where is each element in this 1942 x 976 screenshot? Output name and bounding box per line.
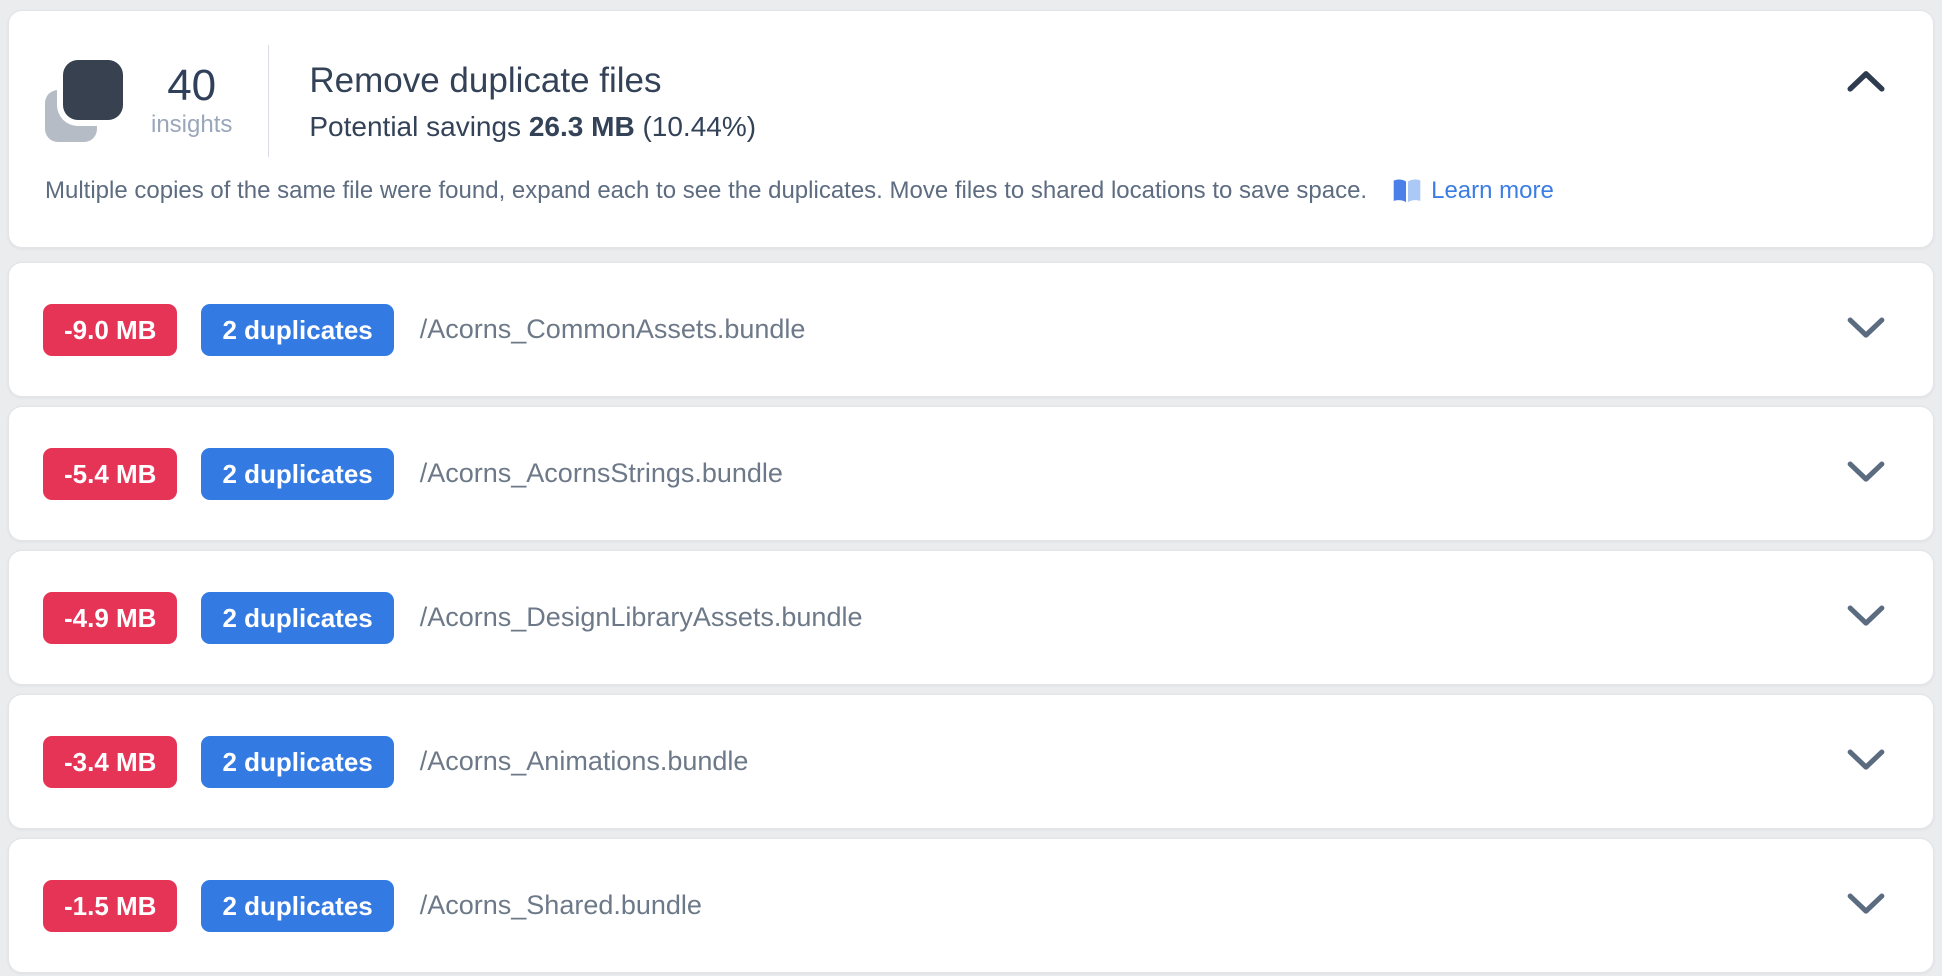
expand-row-button[interactable] xyxy=(1843,456,1889,491)
duplicate-row[interactable]: -1.5 MB 2 duplicates /Acorns_Shared.bund… xyxy=(8,838,1934,973)
bundle-path: /Acorns_DesignLibraryAssets.bundle xyxy=(420,602,863,633)
savings-badge: -9.0 MB xyxy=(43,304,177,356)
duplicate-row[interactable]: -5.4 MB 2 duplicates /Acorns_AcornsStrin… xyxy=(8,406,1934,541)
duplicates-badge: 2 duplicates xyxy=(201,304,393,356)
duplicates-badge: 2 duplicates xyxy=(201,736,393,788)
duplicate-row[interactable]: -9.0 MB 2 duplicates /Acorns_CommonAsset… xyxy=(8,262,1934,397)
duplicates-badge: 2 duplicates xyxy=(201,592,393,644)
chevron-down-icon xyxy=(1847,748,1885,772)
duplicate-row[interactable]: -4.9 MB 2 duplicates /Acorns_DesignLibra… xyxy=(8,550,1934,685)
chevron-up-icon xyxy=(1847,69,1885,93)
duplicate-row[interactable]: -3.4 MB 2 duplicates /Acorns_Animations.… xyxy=(8,694,1934,829)
duplicates-badge: 2 duplicates xyxy=(201,448,393,500)
learn-more-link[interactable]: Learn more xyxy=(1391,177,1554,205)
header-description: Multiple copies of the same file were fo… xyxy=(45,177,1367,205)
header-description-row: Multiple copies of the same file were fo… xyxy=(45,177,1889,205)
header-divider xyxy=(268,45,269,157)
savings-badge: -4.9 MB xyxy=(43,592,177,644)
header-top: 40 insights Remove duplicate files Poten… xyxy=(45,37,1889,165)
expand-row-button[interactable] xyxy=(1843,312,1889,347)
bundle-path: /Acorns_Animations.bundle xyxy=(420,746,749,777)
bundle-path: /Acorns_AcornsStrings.bundle xyxy=(420,458,783,489)
header-title-block: Remove duplicate files Potential savings… xyxy=(309,59,756,143)
learn-more-label: Learn more xyxy=(1431,177,1554,205)
book-icon xyxy=(1391,178,1423,205)
insight-header-card: 40 insights Remove duplicate files Poten… xyxy=(8,10,1934,248)
savings-badge: -3.4 MB xyxy=(43,736,177,788)
savings-badge: -5.4 MB xyxy=(43,448,177,500)
chevron-down-icon xyxy=(1847,892,1885,916)
savings-value: 26.3 MB xyxy=(529,111,635,142)
savings-prefix: Potential savings xyxy=(309,111,521,142)
page-title: Remove duplicate files xyxy=(309,59,756,103)
expand-row-button[interactable] xyxy=(1843,600,1889,635)
collapse-section-button[interactable] xyxy=(1843,65,1889,100)
duplicate-files-icon xyxy=(45,60,123,142)
duplicates-badge: 2 duplicates xyxy=(201,880,393,932)
bundle-path: /Acorns_Shared.bundle xyxy=(420,890,702,921)
bundle-path: /Acorns_CommonAssets.bundle xyxy=(420,314,806,345)
insight-count: 40 xyxy=(151,62,232,110)
chevron-down-icon xyxy=(1847,460,1885,484)
chevron-down-icon xyxy=(1847,316,1885,340)
expand-row-button[interactable] xyxy=(1843,888,1889,923)
duplicate-front-square xyxy=(63,60,123,120)
insights-page: 40 insights Remove duplicate files Poten… xyxy=(0,0,1942,973)
insight-count-block: 40 insights xyxy=(151,62,232,139)
chevron-down-icon xyxy=(1847,604,1885,628)
savings-subtitle: Potential savings 26.3 MB (10.44%) xyxy=(309,111,756,143)
savings-badge: -1.5 MB xyxy=(43,880,177,932)
insight-count-label: insights xyxy=(151,111,232,140)
expand-row-button[interactable] xyxy=(1843,744,1889,779)
savings-percent: (10.44%) xyxy=(642,111,756,142)
